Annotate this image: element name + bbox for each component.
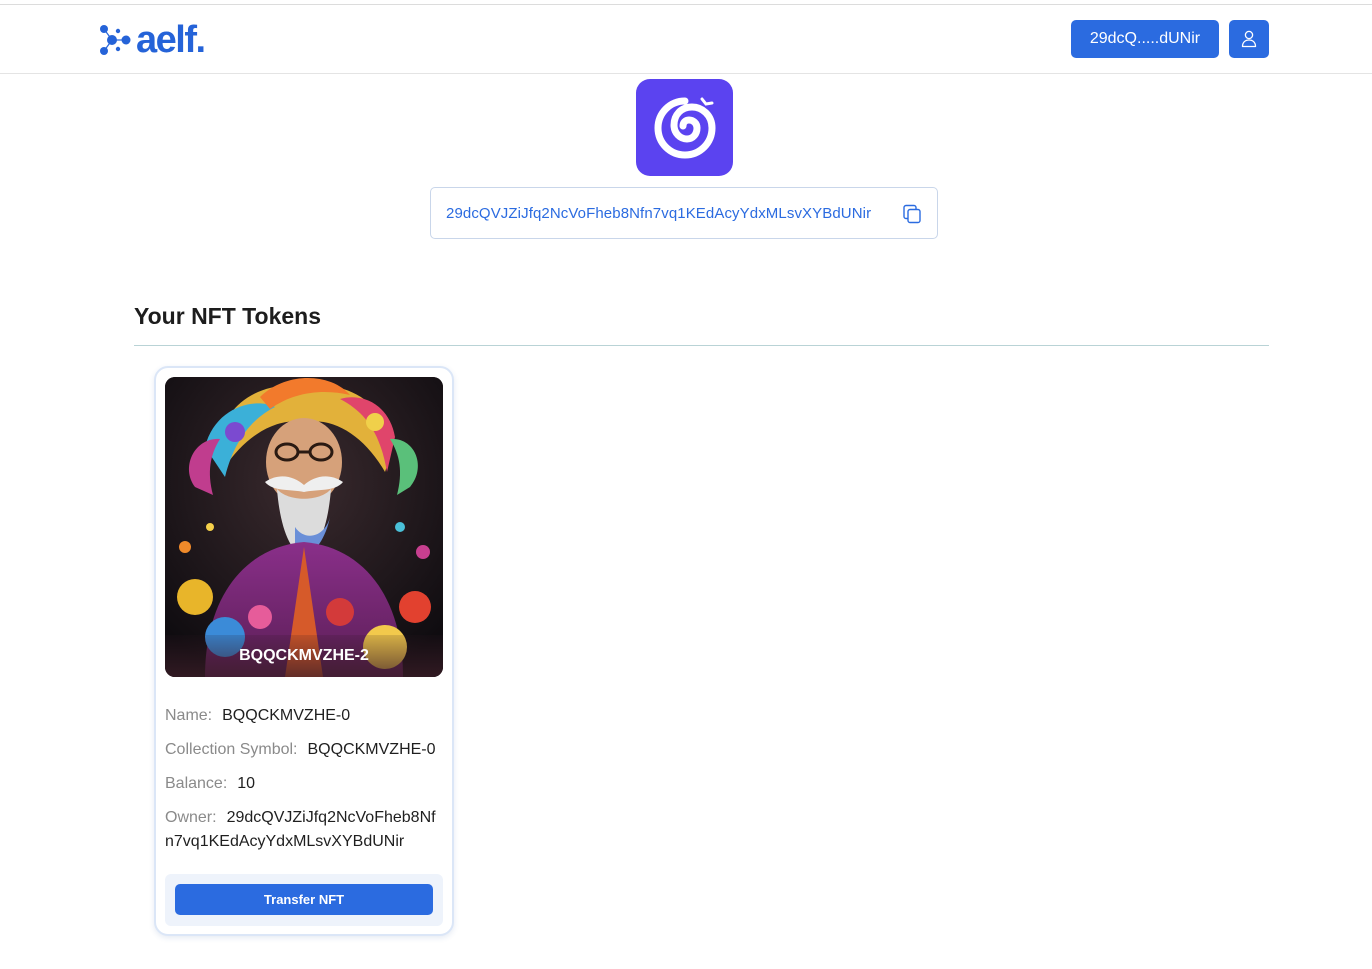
- name-value: BQQCKMVZHE-0: [222, 707, 351, 724]
- owner-label: Owner:: [165, 809, 217, 826]
- nft-balance-row: Balance: 10: [165, 772, 445, 796]
- wallet-address-box: 29dcQVJZiJfq2NcVoFheb8Nfn7vq1KEdAcyYdxML…: [430, 187, 938, 239]
- balance-label: Balance:: [165, 775, 228, 792]
- nft-caption: BQQCKMVZHE-2: [165, 635, 443, 677]
- collection-label: Collection Symbol:: [165, 741, 298, 758]
- user-icon: [1241, 30, 1257, 48]
- section-title: Your NFT Tokens: [134, 303, 321, 329]
- app-avatar: [636, 79, 733, 176]
- profile-button[interactable]: [1229, 20, 1269, 58]
- nft-collection-row: Collection Symbol: BQQCKMVZHE-0: [165, 738, 445, 762]
- nft-owner-row: Owner: 29dcQVJZiJfq2NcVoFheb8Nfn7vq1KEdAc…: [165, 806, 440, 854]
- name-label: Name:: [165, 707, 213, 724]
- top-header: aelf. 29dcQ.....dUNir: [0, 5, 1372, 74]
- logo-text: aelf.: [136, 19, 206, 61]
- transfer-nft-button[interactable]: Transfer NFT: [175, 884, 433, 915]
- collection-value: BQQCKMVZHE-0: [307, 741, 436, 758]
- nft-image: BQQCKMVZHE-2: [165, 377, 443, 677]
- wallet-address-text: 29dcQVJZiJfq2NcVoFheb8Nfn7vq1KEdAcyYdxML…: [446, 204, 872, 222]
- copy-icon[interactable]: [902, 204, 922, 224]
- transfer-panel: Transfer NFT: [165, 874, 443, 926]
- balance-value: 10: [237, 775, 256, 792]
- section-divider: [134, 345, 1269, 346]
- spiral-icon: [653, 97, 716, 159]
- nft-card: BQQCKMVZHE-2 Name: BQQCKMVZHE-0 Collectio…: [154, 366, 454, 936]
- nft-artwork: [165, 377, 443, 677]
- wallet-address-button[interactable]: 29dcQ.....dUNir: [1071, 20, 1219, 58]
- aelf-dots-icon: [100, 25, 131, 55]
- nft-name-row: Name: BQQCKMVZHE-0: [165, 704, 445, 728]
- aelf-logo[interactable]: aelf.: [98, 19, 206, 61]
